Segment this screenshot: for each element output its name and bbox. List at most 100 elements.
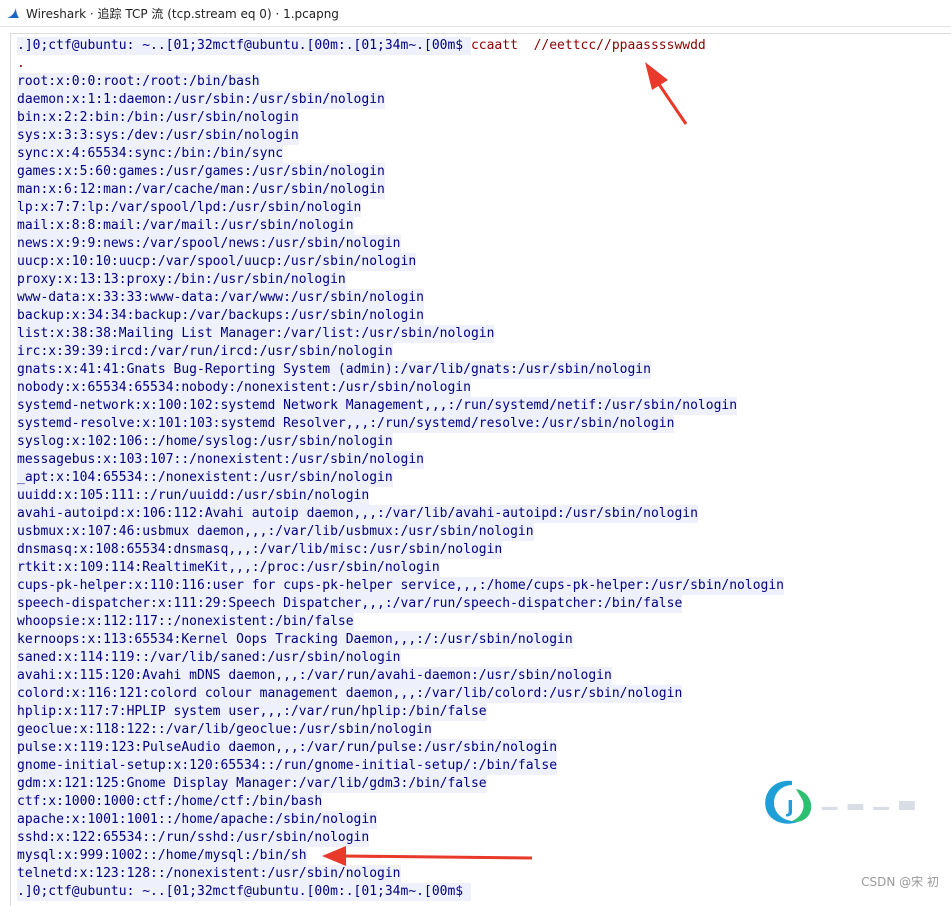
stream-line: messagebus:x:103:107::/nonexistent:/usr/… [17,451,784,469]
server-data: sync:x:4:65534:sync:/bin:/bin/sync [17,145,284,163]
server-data: www-data:x:33:33:www-data:/var/www:/usr/… [17,289,424,307]
server-data: pulse:x:119:123:PulseAudio daemon,,,:/va… [17,739,558,757]
stream-line: rtkit:x:109:114:RealtimeKit,,,:/proc:/us… [17,559,784,577]
stream-line: _apt:x:104:65534::/nonexistent:/usr/sbin… [17,469,784,487]
server-data: syslog:x:102:106::/home/syslog:/usr/sbin… [17,433,393,451]
window-title: Wireshark · 追踪 TCP 流 (tcp.stream eq 0) ·… [26,6,339,21]
server-data: gdm:x:121:125:Gnome Display Manager:/var… [17,775,487,793]
server-data: daemon:x:1:1:daemon:/usr/sbin:/usr/sbin/… [17,91,385,109]
stream-line: sys:x:3:3:sys:/dev:/usr/sbin/nologin [17,127,784,145]
server-data: bin:x:2:2:bin:/bin:/usr/sbin/nologin [17,109,299,127]
stream-line: geoclue:x:118:122::/var/lib/geoclue:/usr… [17,721,784,739]
stream-line: list:x:38:38:Mailing List Manager:/var/l… [17,325,784,343]
server-data: .]0;ctf@ubuntu: ~..[01;32mctf@ubuntu.[00… [17,883,471,901]
stream-line: avahi-autoipd:x:106:112:Avahi autoip dae… [17,505,784,523]
server-data: systemd-network:x:100:102:systemd Networ… [17,397,738,415]
server-data: root:x:0:0:root:/root:/bin/bash [17,73,260,91]
stream-line: bin:x:2:2:bin:/bin:/usr/sbin/nologin [17,109,784,127]
server-data: mysql:x:999:1002::/home/mysql:/bin/sh [17,847,307,865]
stream-line: pulse:x:119:123:PulseAudio daemon,,,:/va… [17,739,784,757]
server-data: usbmux:x:107:46:usbmux daemon,,,:/var/li… [17,523,534,541]
server-data: gnome-initial-setup:x:120:65534::/run/gn… [17,757,558,775]
stream-line: .]0;ctf@ubuntu: ~..[01;32mctf@ubuntu.[00… [17,37,784,55]
server-data: backup:x:34:34:backup:/var/backups:/usr/… [17,307,424,325]
stream-line: .]0;ctf@ubuntu: ~..[01;32mctf@ubuntu.[00… [17,883,784,901]
stream-line: news:x:9:9:news:/var/spool/news:/usr/sbi… [17,235,784,253]
stream-line: ctf:x:1000:1000:ctf:/home/ctf:/bin/bash [17,793,784,811]
server-data: irc:x:39:39:ircd:/var/run/ircd:/usr/sbin… [17,343,393,361]
stream-line: irc:x:39:39:ircd:/var/run/ircd:/usr/sbin… [17,343,784,361]
stream-line: avahi:x:115:120:Avahi mDNS daemon,,,:/va… [17,667,784,685]
watermark-text: ▁ ▂ ▁ ▃ [822,786,917,810]
server-data: lp:x:7:7:lp:/var/spool/lpd:/usr/sbin/nol… [17,199,362,217]
server-data: messagebus:x:103:107::/nonexistent:/usr/… [17,451,424,469]
server-data: list:x:38:38:Mailing List Manager:/var/l… [17,325,495,343]
stream-line: games:x:5:60:games:/usr/games:/usr/sbin/… [17,163,784,181]
stream-line: cups-pk-helper:x:110:116:user for cups-p… [17,577,785,595]
stream-line: gnats:x:41:41:Gnats Bug-Reporting System… [17,361,784,379]
svg-text:J: J [785,797,794,818]
server-data: gnats:x:41:41:Gnats Bug-Reporting System… [17,361,651,379]
stream-line: www-data:x:33:33:www-data:/var/www:/usr/… [17,289,784,307]
server-data: apache:x:1001:1001::/home/apache:/sbin/n… [17,811,378,829]
stream-line: nobody:x:65534:65534:nobody:/nonexistent… [17,379,784,397]
server-data: systemd-resolve:x:101:103:systemd Resolv… [17,415,675,433]
server-data: _apt:x:104:65534::/nonexistent:/usr/sbin… [17,469,393,487]
server-data: ctf:x:1000:1000:ctf:/home/ctf:/bin/bash [17,793,323,811]
stream-line: gdm:x:121:125:Gnome Display Manager:/var… [17,775,784,793]
server-data: whoopsie:x:112:117::/nonexistent:/bin/fa… [17,613,354,631]
stream-line: syslog:x:102:106::/home/syslog:/usr/sbin… [17,433,784,451]
stream-line: man:x:6:12:man:/var/cache/man:/usr/sbin/… [17,181,784,199]
stream-line: hplip:x:117:7:HPLIP system user,,,:/var/… [17,703,784,721]
server-data: kernoops:x:113:65534:Kernel Oops Trackin… [17,631,573,649]
stream-line: backup:x:34:34:backup:/var/backups:/usr/… [17,307,784,325]
stream-line: mysql:x:999:1002::/home/mysql:/bin/sh [17,847,784,865]
stream-line: usbmux:x:107:46:usbmux daemon,,,:/var/li… [17,523,784,541]
stream-line: daemon:x:1:1:daemon:/usr/sbin:/usr/sbin/… [17,91,784,109]
server-data: games:x:5:60:games:/usr/games:/usr/sbin/… [17,163,385,181]
stream-line: uuidd:x:105:111::/run/uuidd:/usr/sbin/no… [17,487,784,505]
server-data: proxy:x:13:13:proxy:/bin:/usr/sbin/nolog… [17,271,346,289]
client-data: . [17,56,25,71]
client-data: ccaatt //eettcc//ppaasssswwdd [470,38,706,53]
server-data: speech-dispatcher:x:111:29:Speech Dispat… [17,595,683,613]
stream-line: root:x:0:0:root:/root:/bin/bash [17,73,784,91]
server-data: avahi:x:115:120:Avahi mDNS daemon,,,:/va… [17,667,612,685]
circle-logo-icon: J [765,780,812,824]
stream-line: proxy:x:13:13:proxy:/bin:/usr/sbin/nolog… [17,271,784,289]
stream-line: systemd-resolve:x:101:103:systemd Resolv… [17,415,784,433]
stream-line: lp:x:7:7:lp:/var/spool/lpd:/usr/sbin/nol… [17,199,784,217]
stream-line: mail:x:8:8:mail:/var/mail:/usr/sbin/nolo… [17,217,784,235]
server-data: mail:x:8:8:mail:/var/mail:/usr/sbin/nolo… [17,217,354,235]
stream-line: telnetd:x:123:128::/nonexistent:/usr/sbi… [17,865,784,883]
stream-line: colord:x:116:121:colord colour managemen… [17,685,784,703]
server-data: sshd:x:122:65534::/run/sshd:/usr/sbin/no… [17,829,370,847]
server-data: geoclue:x:118:122::/var/lib/geoclue:/usr… [17,721,432,739]
server-data: man:x:6:12:man:/var/cache/man:/usr/sbin/… [17,181,385,199]
csdn-credit: CSDN @宋 初 [861,875,939,889]
server-data: colord:x:116:121:colord colour managemen… [17,685,683,703]
server-data: news:x:9:9:news:/var/spool/news:/usr/sbi… [17,235,401,253]
stream-line: saned:x:114:119::/var/lib/saned:/usr/sbi… [17,649,784,667]
server-data: .]0;ctf@ubuntu: ~..[01;32mctf@ubuntu.[00… [17,37,471,55]
server-data: rtkit:x:109:114:RealtimeKit,,,:/proc:/us… [17,559,440,577]
window-titlebar: Wireshark · 追踪 TCP 流 (tcp.stream eq 0) ·… [0,0,951,27]
stream-line: systemd-network:x:100:102:systemd Networ… [17,397,784,415]
stream-line: speech-dispatcher:x:111:29:Speech Dispat… [17,595,784,613]
stream-line: . [17,55,784,73]
stream-line: sshd:x:122:65534::/run/sshd:/usr/sbin/no… [17,829,784,847]
server-data: saned:x:114:119::/var/lib/saned:/usr/sbi… [17,649,401,667]
server-data: telnetd:x:123:128::/nonexistent:/usr/sbi… [17,865,401,883]
tcp-stream-text-area[interactable]: .]0;ctf@ubuntu: ~..[01;32mctf@ubuntu.[00… [10,33,951,906]
stream-line: uucp:x:10:10:uucp:/var/spool/uucp:/usr/s… [17,253,784,271]
stream-line: sync:x:4:65534:sync:/bin:/bin/sync [17,145,784,163]
stream-line: gnome-initial-setup:x:120:65534::/run/gn… [17,757,784,775]
server-data: sys:x:3:3:sys:/dev:/usr/sbin/nologin [17,127,299,145]
server-data: nobody:x:65534:65534:nobody:/nonexistent… [17,379,471,397]
wireshark-fin-icon [7,8,19,18]
server-data: hplip:x:117:7:HPLIP system user,,,:/var/… [17,703,487,721]
server-data: cups-pk-helper:x:110:116:user for cups-p… [17,577,785,595]
stream-line: apache:x:1001:1001::/home/apache:/sbin/n… [17,811,784,829]
server-data: dnsmasq:x:108:65534:dnsmasq,,,:/var/lib/… [17,541,503,559]
server-data: uucp:x:10:10:uucp:/var/spool/uucp:/usr/s… [17,253,417,271]
